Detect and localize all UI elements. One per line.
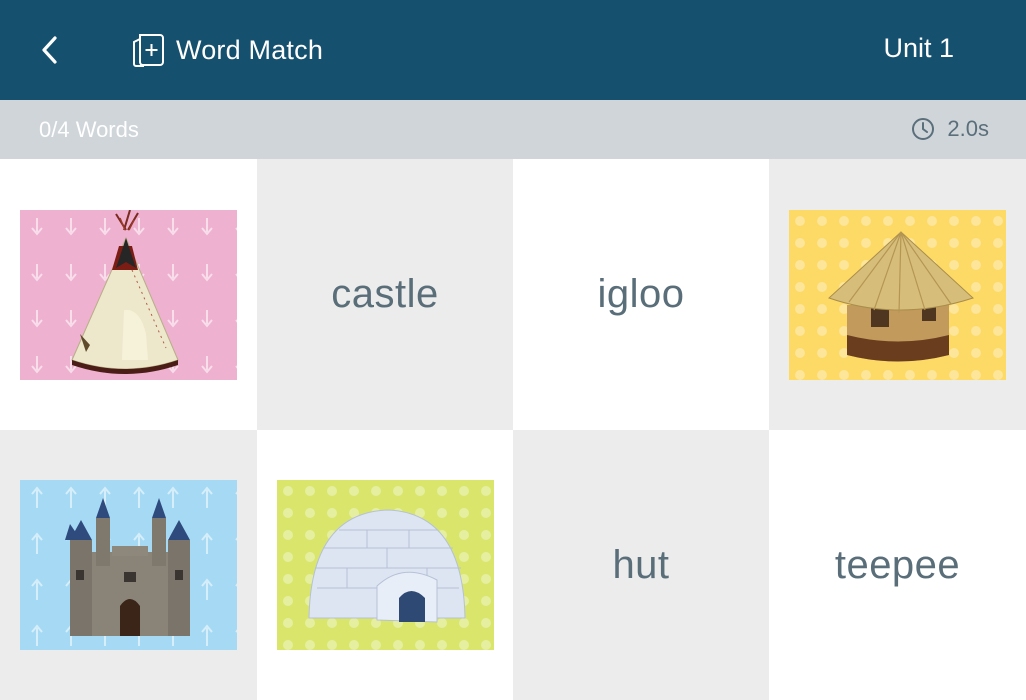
hut-picture xyxy=(789,209,1006,380)
card-word-igloo[interactable]: igloo xyxy=(513,159,769,430)
back-button[interactable] xyxy=(30,30,70,70)
timer: 2.0s xyxy=(911,116,989,142)
word-label: teepee xyxy=(834,542,961,587)
card-igloo-picture[interactable] xyxy=(257,430,513,700)
app-title-group: Word Match xyxy=(130,30,323,70)
card-word-hut[interactable]: hut xyxy=(513,430,769,700)
card-castle-picture[interactable] xyxy=(0,430,257,700)
card-word-castle[interactable]: castle xyxy=(257,159,513,430)
word-label: castle xyxy=(331,272,439,316)
word-label: hut xyxy=(612,542,670,587)
unit-label: Unit 1 xyxy=(883,33,954,63)
word-label: igloo xyxy=(597,272,685,316)
status-bar: 0/4 Words 2.0s xyxy=(0,100,1026,159)
teepee-picture xyxy=(20,209,237,380)
word-progress: 0/4 Words xyxy=(39,117,139,142)
clock-icon xyxy=(912,118,935,140)
card-teepee-picture[interactable] xyxy=(0,159,257,430)
castle-picture xyxy=(20,480,237,650)
timer-value: 2.0s xyxy=(947,116,989,141)
igloo-picture xyxy=(276,480,494,650)
card-hut-picture[interactable] xyxy=(769,159,1026,430)
top-bar: Word Match Unit 1 xyxy=(0,0,1026,100)
add-card-icon xyxy=(133,34,164,67)
chevron-left-icon xyxy=(42,36,57,64)
card-word-teepee[interactable]: teepee xyxy=(769,430,1026,700)
match-grid: castle igloo hut teepee xyxy=(0,159,1026,700)
app-title: Word Match xyxy=(176,34,324,65)
